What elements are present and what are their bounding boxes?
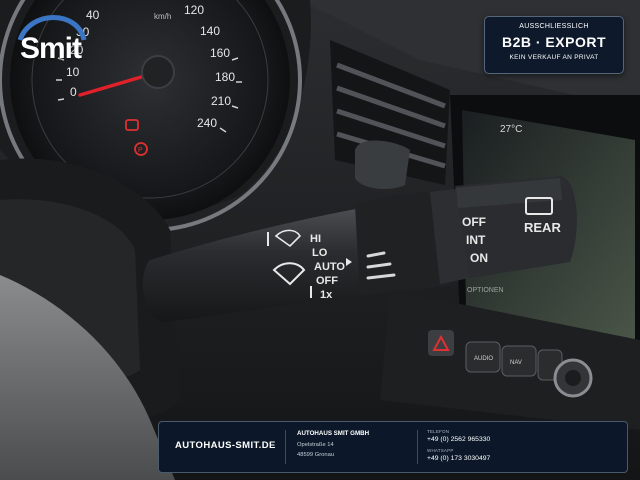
ring-label-int: INT [466, 233, 486, 247]
stalk-label-lo: LO [312, 247, 328, 259]
dealer-contact-banner: AUTOHAUS-SMIT.DE AUTOHAUS SMIT GMBH Opel… [158, 421, 628, 473]
vent-adjuster-knob[interactable] [355, 140, 410, 190]
speed-tick: 140 [200, 24, 220, 38]
dealer-website[interactable]: AUTOHAUS-SMIT.DE [175, 440, 276, 451]
logo-text: Smit [20, 32, 82, 65]
speed-tick: 210 [211, 94, 231, 108]
stalk-label-auto: AUTO [314, 261, 345, 273]
nav-button-label: NAV [510, 360, 522, 366]
whatsapp-number[interactable]: +49 (0) 173 3030497 [427, 455, 490, 462]
outside-temperature: 27°C [500, 124, 522, 135]
dealer-street: Opelstraße 14 [297, 442, 334, 448]
whatsapp-label: WHATSAPP [427, 448, 454, 453]
speed-tick: 0 [70, 85, 77, 99]
rear-label: REAR [524, 220, 561, 235]
phone-number[interactable]: +49 (0) 2562 965330 [427, 436, 490, 443]
speed-tick: 10 [66, 65, 80, 79]
speed-tick: 160 [210, 46, 230, 60]
badge-sub-text: KEIN VERKAUF AN PRIVAT [509, 54, 599, 61]
speed-unit: km/h [154, 12, 171, 21]
phone-label: TELEFON [427, 429, 450, 434]
audio-button-label: AUDIO [474, 356, 493, 362]
stalk-label-off: OFF [316, 275, 338, 287]
banner-divider [417, 430, 418, 464]
speed-tick: 240 [197, 116, 217, 130]
ring-label-on: ON [470, 251, 488, 265]
ring-label-off: OFF [462, 215, 486, 229]
dealer-company-name: AUTOHAUS SMIT GMBH [297, 430, 370, 437]
dealer-city: 48599 Gronau [297, 452, 335, 458]
badge-top-text: AUSSCHLIESSLICH [519, 23, 589, 30]
speed-tick: 180 [215, 70, 235, 84]
hazard-button[interactable] [428, 330, 454, 356]
stalk-label-hi: HI [310, 233, 321, 245]
stalk-label-1x: 1x [320, 289, 333, 301]
optionen-label: OPTIONEN [467, 287, 504, 294]
b2b-export-badge: AUSSCHLIESSLICH B2B · EXPORT KEIN VERKAU… [484, 16, 624, 74]
banner-divider [285, 430, 286, 464]
smit-logo: Smit [14, 10, 94, 66]
photo-stage: 0 10 20 30 40 120 140 160 180 210 240 km… [0, 0, 640, 480]
badge-main-text: B2B · EXPORT [501, 34, 606, 50]
svg-text:P: P [138, 147, 143, 154]
speed-tick: 120 [184, 3, 204, 17]
